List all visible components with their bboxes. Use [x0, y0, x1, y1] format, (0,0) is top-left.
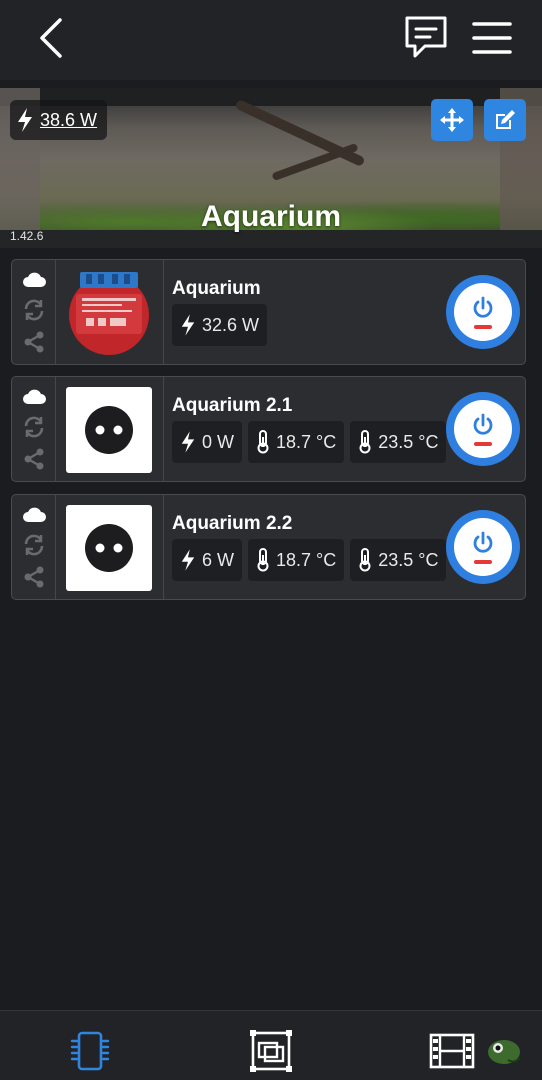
device-stats: 6 W 18.7 °C 23.5 °C [172, 539, 447, 581]
power-icon [473, 296, 493, 318]
hamburger-menu-icon [472, 22, 512, 54]
nav-devices[interactable] [66, 1029, 114, 1073]
share-icon[interactable] [22, 447, 46, 471]
banner-driftwood [234, 98, 366, 168]
menu-button[interactable] [470, 18, 514, 58]
share-icon[interactable] [22, 330, 46, 354]
temperature-stat: 18.7 °C [248, 421, 345, 463]
top-app-bar [0, 0, 542, 80]
power-toggle-face [454, 400, 512, 458]
device-name: Aquarium 2.2 [172, 513, 293, 534]
messages-button[interactable] [403, 14, 449, 60]
sync-icon [22, 533, 46, 557]
power-stat-value: 0 W [202, 431, 235, 452]
device-name: Aquarium 2.1 [172, 395, 293, 416]
temperature-stat-value: 23.5 °C [378, 431, 439, 452]
temperature-stat-value: 18.7 °C [276, 431, 337, 452]
device-thumbnail-frame [56, 377, 164, 481]
device-name: Aquarium [172, 278, 261, 299]
bolt-icon [18, 108, 32, 132]
cloud-icon [22, 385, 46, 409]
device-status-column [12, 495, 56, 599]
bolt-icon [181, 314, 195, 336]
off-indicator [474, 325, 492, 329]
share-icon[interactable] [22, 565, 46, 589]
thermometer-icon [257, 548, 269, 572]
power-icon [473, 531, 493, 553]
device-stats: 0 W 18.7 °C 23.5 °C [172, 421, 447, 463]
room-power-value: 38.6 W [40, 109, 98, 130]
room-power-chip[interactable]: 38.6 W [10, 100, 108, 140]
power-stat-value: 6 W [202, 549, 235, 570]
bottom-navigation [0, 1010, 542, 1080]
device-status-column [12, 377, 56, 481]
power-toggle-face [454, 518, 512, 576]
move-button[interactable] [431, 99, 473, 141]
nav-rooms[interactable] [247, 1029, 295, 1073]
power-icon [473, 413, 493, 435]
power-stat: 0 W [172, 421, 243, 463]
chevron-left-icon [40, 18, 62, 58]
cloud-icon [22, 503, 46, 527]
rooms-icon [250, 1030, 292, 1072]
device-card[interactable]: Aquarium 2.2 6 W 18.7 °C 23.5 °C [11, 494, 526, 600]
device-thumbnail-frame [56, 260, 164, 364]
temperature-stat: 18.7 °C [248, 539, 345, 581]
off-indicator [474, 560, 492, 564]
power-toggle-face [454, 283, 512, 341]
temperature-stat-value: 23.5 °C [378, 549, 439, 570]
bolt-icon [181, 431, 195, 453]
device-card[interactable]: Aquarium 2.1 0 W 18.7 °C 23.5 °C [11, 376, 526, 482]
bolt-icon [181, 549, 195, 571]
back-button[interactable] [34, 16, 70, 60]
chat-bubble-icon [405, 16, 447, 58]
banner-driftwood [271, 142, 359, 182]
room-title: Aquarium [200, 200, 341, 233]
temperature-stat-value: 18.7 °C [276, 549, 337, 570]
device-thumbnail-frame [56, 495, 164, 599]
fish-mascot-icon [488, 1040, 521, 1064]
socket-plug-icon [66, 387, 152, 473]
power-toggle-button[interactable] [446, 392, 520, 466]
power-stat: 32.6 W [172, 304, 268, 346]
device-stats: 32.6 W [172, 304, 268, 346]
temperature-stat: 23.5 °C [350, 421, 447, 463]
device-status-column [12, 260, 56, 364]
power-stat: 6 W [172, 539, 243, 581]
nav-scenes[interactable] [428, 1029, 476, 1073]
sync-icon [22, 415, 46, 439]
thermometer-icon [359, 430, 371, 454]
temperature-stat: 23.5 °C [350, 539, 447, 581]
cloud-icon [22, 268, 46, 292]
power-toggle-button[interactable] [446, 275, 520, 349]
app-version: 1.42.6 [10, 229, 44, 243]
device-card[interactable]: Aquarium 32.6 W [11, 259, 526, 365]
power-stat-value: 32.6 W [202, 314, 260, 335]
scenes-icon [429, 1033, 475, 1069]
relay-module-icon [69, 272, 149, 355]
power-toggle-button[interactable] [446, 510, 520, 584]
edit-button[interactable] [484, 99, 526, 141]
off-indicator [474, 442, 492, 446]
move-arrows-icon [440, 108, 464, 132]
edit-pencil-icon [496, 110, 515, 129]
thermometer-icon [257, 430, 269, 454]
devices-icon [70, 1031, 110, 1071]
sync-icon [22, 298, 46, 322]
thermometer-icon [359, 548, 371, 572]
socket-plug-icon [66, 505, 152, 591]
